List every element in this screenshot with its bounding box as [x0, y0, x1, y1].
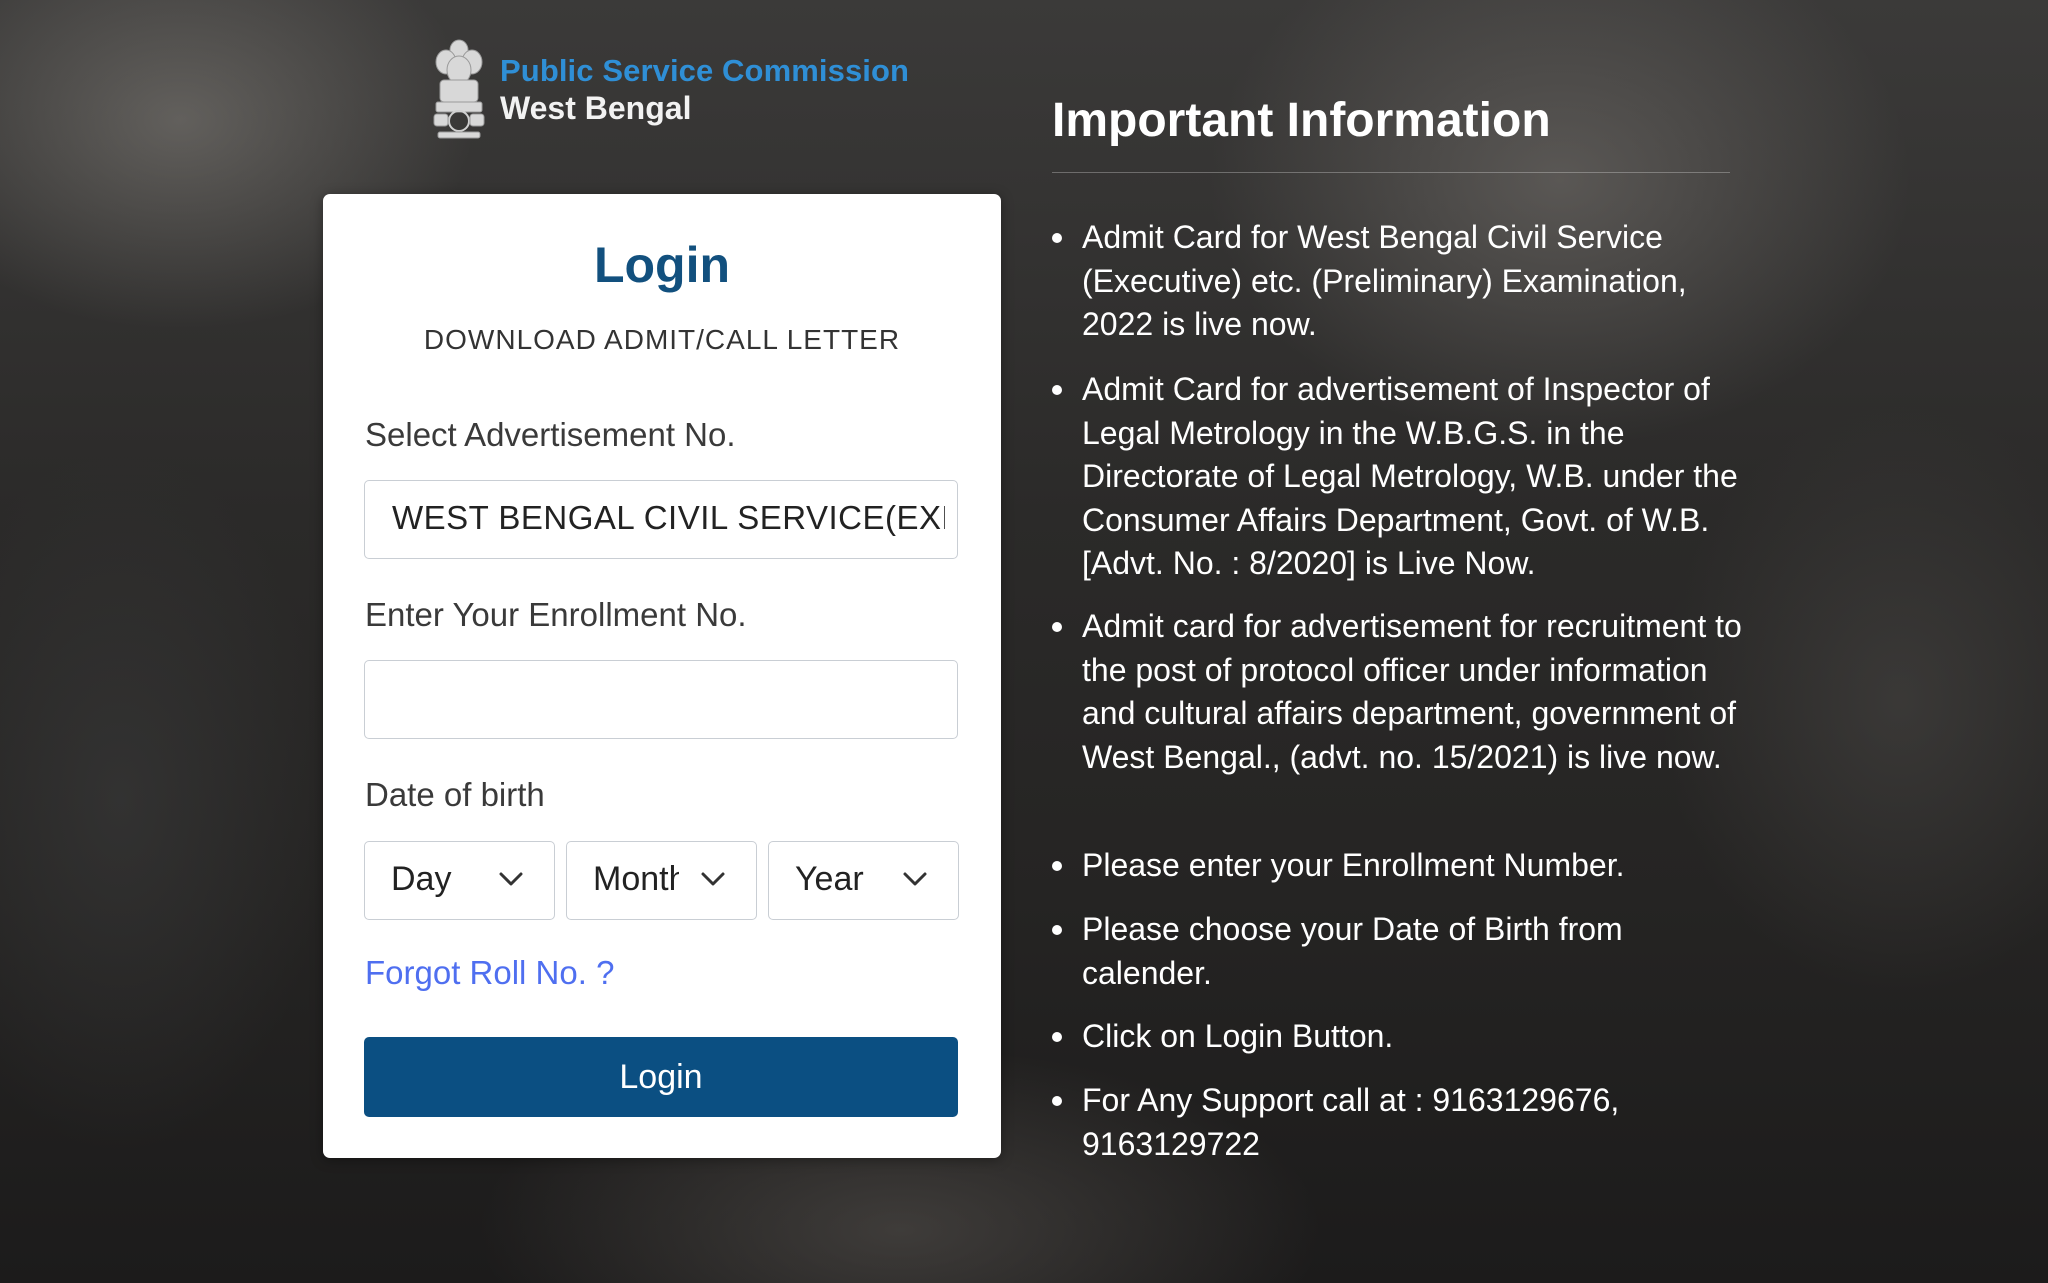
info-item-text: Admit Card for West Bengal Civil Service…: [1082, 219, 1687, 342]
login-subtitle: DOWNLOAD ADMIT/CALL LETTER: [423, 324, 901, 355]
advertisement-label: Select Advertisement No.: [365, 416, 736, 453]
dob-day-select[interactable]: Day: [364, 841, 555, 920]
info-item: Please enter your Enrollment Number.: [1052, 844, 1742, 888]
login-title: Login: [593, 237, 731, 293]
bullet-icon: [1052, 925, 1062, 935]
info-title: Important Information: [1052, 94, 1551, 147]
dob-month-select[interactable]: Month: [566, 841, 757, 920]
forgot-roll-link[interactable]: Forgot Roll No. ?: [365, 954, 614, 992]
bullet-icon: [1052, 1096, 1062, 1106]
info-item: Admit Card for West Bengal Civil Service…: [1052, 216, 1742, 347]
advertisement-select[interactable]: WEST BENGAL CIVIL SERVICE(EXECUTIVE): [364, 480, 958, 559]
enrollment-input[interactable]: [364, 660, 958, 739]
info-divider: [1052, 172, 1730, 173]
chevron-down-icon: [903, 872, 927, 886]
site-logo[interactable]: Public Service Commission West Bengal: [428, 36, 910, 148]
info-item: Please choose your Date of Birth from ca…: [1052, 908, 1742, 995]
brand-name-line2: West Bengal: [500, 90, 692, 126]
info-item: Admit Card for advertisement of Inspecto…: [1052, 368, 1742, 586]
brand-name-line1: Public Service Commission: [500, 53, 910, 88]
national-emblem-icon: [433, 39, 485, 139]
info-item: Click on Login Button.: [1052, 1015, 1742, 1059]
dob-day-value: Day: [391, 860, 452, 898]
enrollment-label: Enter Your Enrollment No.: [365, 596, 747, 633]
info-item-text: For Any Support call at : 9163129676, 91…: [1082, 1082, 1620, 1162]
info-item: For Any Support call at : 9163129676, 91…: [1052, 1079, 1742, 1166]
bullet-icon: [1052, 385, 1062, 395]
info-item-text: Click on Login Button.: [1082, 1018, 1394, 1054]
chevron-down-icon: [499, 872, 523, 886]
advertisement-value: WEST BENGAL CIVIL SERVICE(EXECUTIVE): [392, 499, 945, 536]
bullet-icon: [1052, 622, 1062, 632]
bullet-icon: [1052, 861, 1062, 871]
dob-label: Date of birth: [365, 776, 545, 813]
info-item-text: Please enter your Enrollment Number.: [1082, 847, 1625, 883]
dob-year-value: Year: [795, 860, 864, 898]
info-item-text: Admit Card for advertisement of Inspecto…: [1082, 371, 1738, 581]
chevron-down-icon: [701, 872, 725, 886]
info-item-text: Admit card for advertisement for recruit…: [1082, 608, 1742, 775]
info-item: Admit card for advertisement for recruit…: [1052, 605, 1742, 779]
bullet-icon: [1052, 1032, 1062, 1042]
login-card: Login DOWNLOAD ADMIT/CALL LETTER Select …: [323, 194, 1001, 1158]
bullet-icon: [1052, 233, 1062, 243]
info-item-text: Please choose your Date of Birth from ca…: [1082, 911, 1623, 991]
dob-month-value: Month: [593, 860, 679, 898]
login-button[interactable]: Login: [364, 1037, 958, 1117]
dob-year-select[interactable]: Year: [768, 841, 959, 920]
